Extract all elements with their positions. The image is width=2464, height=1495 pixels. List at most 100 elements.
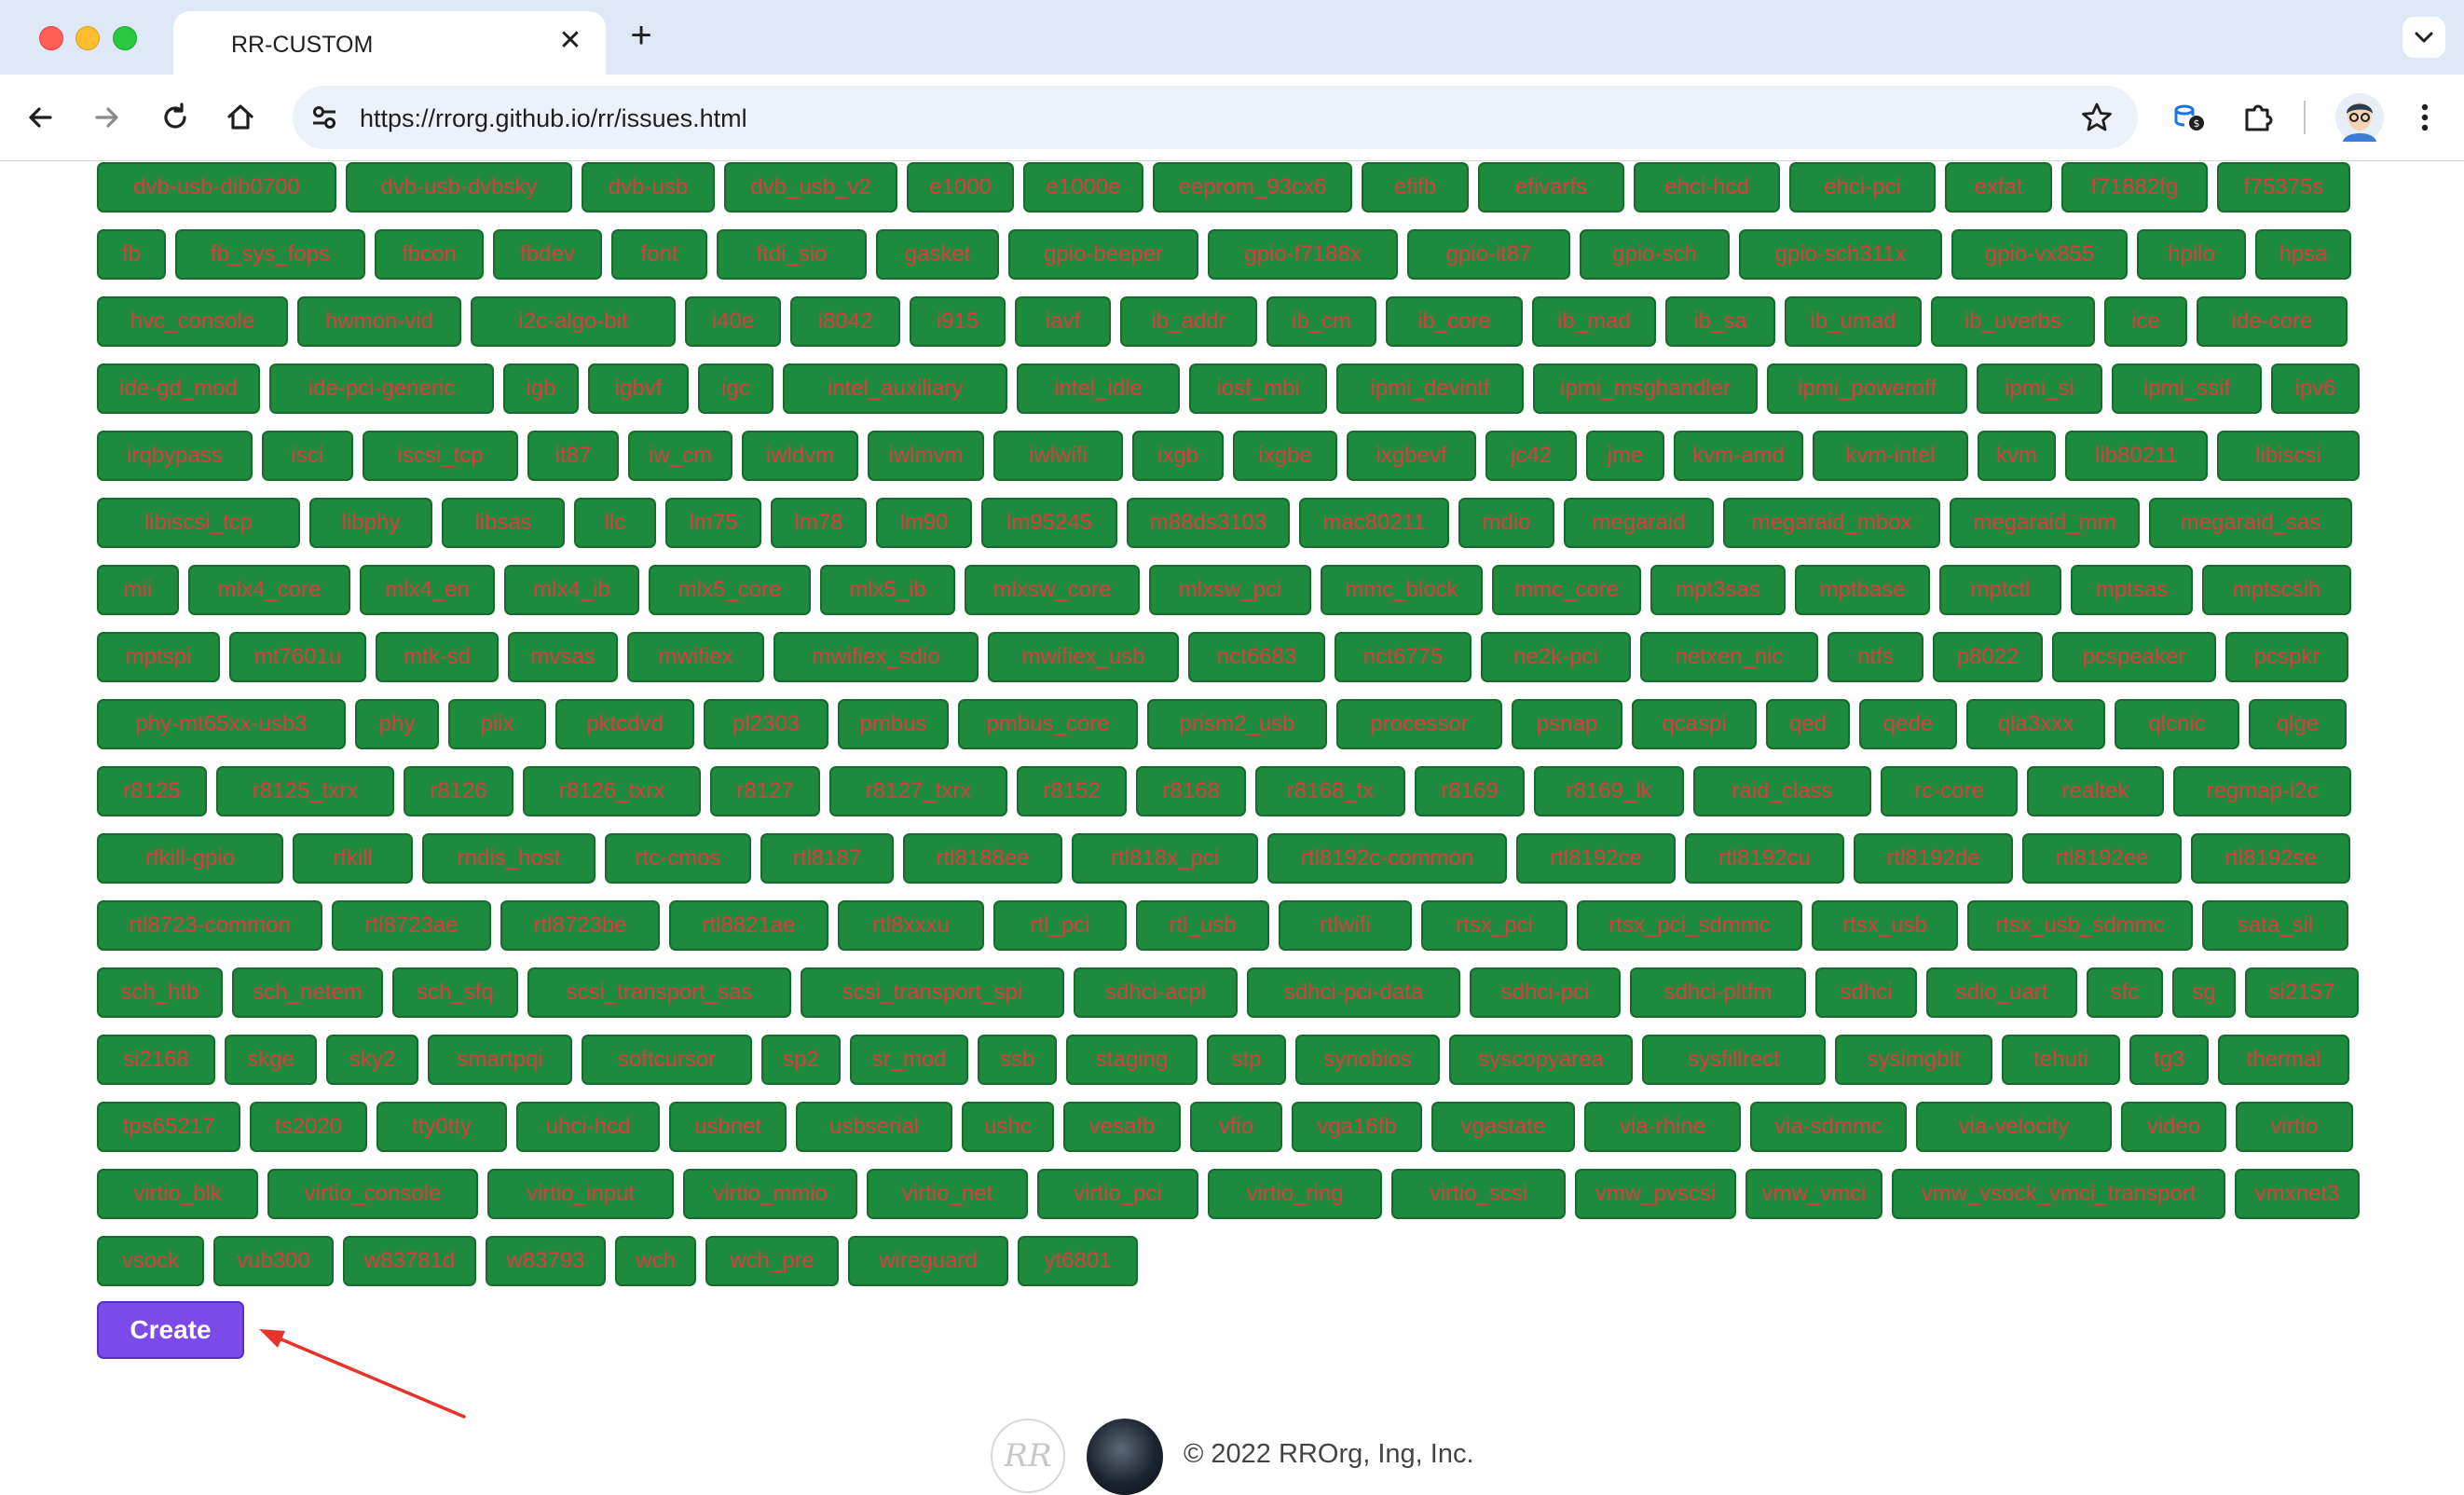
driver-tag[interactable]: virtio (2236, 1102, 2353, 1152)
driver-tag[interactable]: pmbus (838, 699, 949, 749)
driver-tag[interactable]: video (2121, 1102, 2226, 1152)
driver-tag[interactable]: sg (2172, 967, 2236, 1018)
driver-tag[interactable]: vmw_pvscsi (1575, 1169, 1736, 1219)
driver-tag[interactable]: libphy (309, 498, 432, 548)
url-text[interactable]: https://rrorg.github.io/rr/issues.html (360, 104, 747, 133)
driver-tag[interactable]: rc-core (1881, 766, 2018, 816)
driver-tag[interactable]: f75375s (2217, 162, 2350, 213)
driver-tag[interactable]: ts2020 (250, 1102, 367, 1152)
driver-tag[interactable]: qlge (2249, 699, 2347, 749)
driver-tag[interactable]: ib_mad (1532, 296, 1656, 347)
driver-tag[interactable]: rtlwifi (1279, 900, 1412, 951)
driver-tag[interactable]: prism2_usb (1147, 699, 1327, 749)
driver-tag[interactable]: rtl8192se (2191, 833, 2350, 884)
driver-tag[interactable]: i40e (685, 296, 781, 347)
driver-tag[interactable]: dvb-usb-dib0700 (97, 162, 336, 213)
browser-tab[interactable]: RR-CUSTOM ✕ (173, 11, 606, 75)
driver-tag[interactable]: virtio_input (487, 1169, 674, 1219)
driver-tag[interactable]: mwifiex_usb (988, 632, 1179, 682)
driver-tag[interactable]: dvb_usb_v2 (724, 162, 897, 213)
driver-tag[interactable]: thermal (2218, 1035, 2349, 1085)
driver-tag[interactable]: r8169_lk (1534, 766, 1684, 816)
driver-tag[interactable]: via-sdmmc (1750, 1102, 1907, 1152)
driver-tag[interactable]: ipmi_msghandler (1533, 363, 1758, 414)
driver-tag[interactable]: igbvf (588, 363, 689, 414)
driver-tag[interactable]: lm78 (771, 498, 867, 548)
driver-tag[interactable]: softcursor (582, 1035, 752, 1085)
driver-tag[interactable]: hvc_console (97, 296, 288, 347)
driver-tag[interactable]: f71882fg (2061, 162, 2208, 213)
driver-tag[interactable]: isci (262, 431, 353, 481)
driver-tag[interactable]: ib_cm (1266, 296, 1376, 347)
driver-tag[interactable]: processor (1336, 699, 1502, 749)
driver-tag[interactable]: rfkill (293, 833, 413, 884)
driver-tag[interactable]: sdio_uart (1926, 967, 2077, 1018)
driver-tag[interactable]: megaraid (1564, 498, 1714, 548)
driver-tag[interactable]: rtl8821ae (669, 900, 828, 951)
driver-tag[interactable]: vmxnet3 (2235, 1169, 2360, 1219)
driver-tag[interactable]: pmbus_core (958, 699, 1138, 749)
driver-tag[interactable]: regmap-i2c (2173, 766, 2351, 816)
driver-tag[interactable]: virtio_scsi (1391, 1169, 1566, 1219)
driver-tag[interactable]: qlcnic (2115, 699, 2239, 749)
driver-tag[interactable]: libiscsi_tcp (97, 498, 300, 548)
driver-tag[interactable]: rtl818x_pci (1072, 833, 1258, 884)
driver-tag[interactable]: sch_netem (232, 967, 383, 1018)
driver-tag[interactable]: staging (1066, 1035, 1198, 1085)
driver-tag[interactable]: intel_auxiliary (783, 363, 1007, 414)
driver-tag[interactable]: tty0tty (376, 1102, 507, 1152)
driver-tag[interactable]: rndis_host (422, 833, 595, 884)
driver-tag[interactable]: usbserial (796, 1102, 952, 1152)
driver-tag[interactable]: rtl8723be (500, 900, 660, 951)
bookmark-star-icon[interactable] (2080, 101, 2114, 134)
driver-tag[interactable]: realtek (2027, 766, 2164, 816)
driver-tag[interactable]: r8125 (97, 766, 207, 816)
driver-tag[interactable]: exfat (1945, 162, 2052, 213)
driver-tag[interactable]: si2157 (2245, 967, 2359, 1018)
driver-tag[interactable]: wch (615, 1236, 696, 1286)
driver-tag[interactable]: rtl_usb (1136, 900, 1269, 951)
driver-tag[interactable]: mptctl (1939, 565, 2061, 615)
driver-tag[interactable]: rtl8187 (760, 833, 894, 884)
driver-tag[interactable]: mptspi (97, 632, 220, 682)
driver-tag[interactable]: iosf_mbi (1189, 363, 1327, 414)
driver-tag[interactable]: mptbase (1795, 565, 1930, 615)
driver-tag[interactable]: rtl8192cu (1685, 833, 1844, 884)
driver-tag[interactable]: netxen_nic (1640, 632, 1818, 682)
driver-tag[interactable]: sfc (2087, 967, 2163, 1018)
driver-tag[interactable]: raid_class (1693, 766, 1871, 816)
driver-tag[interactable]: sysimgblt (1835, 1035, 1992, 1085)
driver-tag[interactable]: gpio-sch311x (1739, 229, 1942, 280)
driver-tag[interactable]: vub300 (213, 1236, 334, 1286)
driver-tag[interactable]: rtl8xxxu (838, 900, 984, 951)
driver-tag[interactable]: qed (1766, 699, 1850, 749)
driver-tag[interactable]: via-velocity (1916, 1102, 2112, 1152)
driver-tag[interactable]: mpt3sas (1650, 565, 1786, 615)
driver-tag[interactable]: qede (1859, 699, 1957, 749)
driver-tag[interactable]: w83793 (486, 1236, 606, 1286)
driver-tag[interactable]: efivarfs (1478, 162, 1624, 213)
driver-tag[interactable]: mt7601u (229, 632, 366, 682)
driver-tag[interactable]: llc (574, 498, 656, 548)
driver-tag[interactable]: mptscsih (2202, 565, 2351, 615)
driver-tag[interactable]: p8022 (1933, 632, 2043, 682)
driver-tag[interactable]: kvm-intel (1813, 431, 1968, 481)
driver-tag[interactable]: mwifiex_sdio (773, 632, 979, 682)
driver-tag[interactable]: sky2 (326, 1035, 418, 1085)
driver-tag[interactable]: gpio-f7188x (1208, 229, 1398, 280)
driver-tag[interactable]: e1000 (907, 162, 1014, 213)
driver-tag[interactable]: hpsa (2255, 229, 2351, 280)
driver-tag[interactable]: rtsx_pci (1421, 900, 1567, 951)
driver-tag[interactable]: ide-core (2197, 296, 2348, 347)
driver-tag[interactable]: vsock (97, 1236, 204, 1286)
driver-tag[interactable]: gpio-it87 (1407, 229, 1570, 280)
driver-tag[interactable]: ib_uverbs (1931, 296, 2095, 347)
driver-tag[interactable]: psnap (1512, 699, 1622, 749)
driver-tag[interactable]: rtl_pci (993, 900, 1127, 951)
driver-tag[interactable]: ipmi_devintf (1336, 363, 1524, 414)
home-icon[interactable] (222, 99, 259, 136)
driver-tag[interactable]: libiscsi (2217, 431, 2360, 481)
driver-tag[interactable]: scsi_transport_spi (801, 967, 1064, 1018)
driver-tag[interactable]: r8168_tx (1255, 766, 1405, 816)
driver-tag[interactable]: qcaspi (1632, 699, 1757, 749)
